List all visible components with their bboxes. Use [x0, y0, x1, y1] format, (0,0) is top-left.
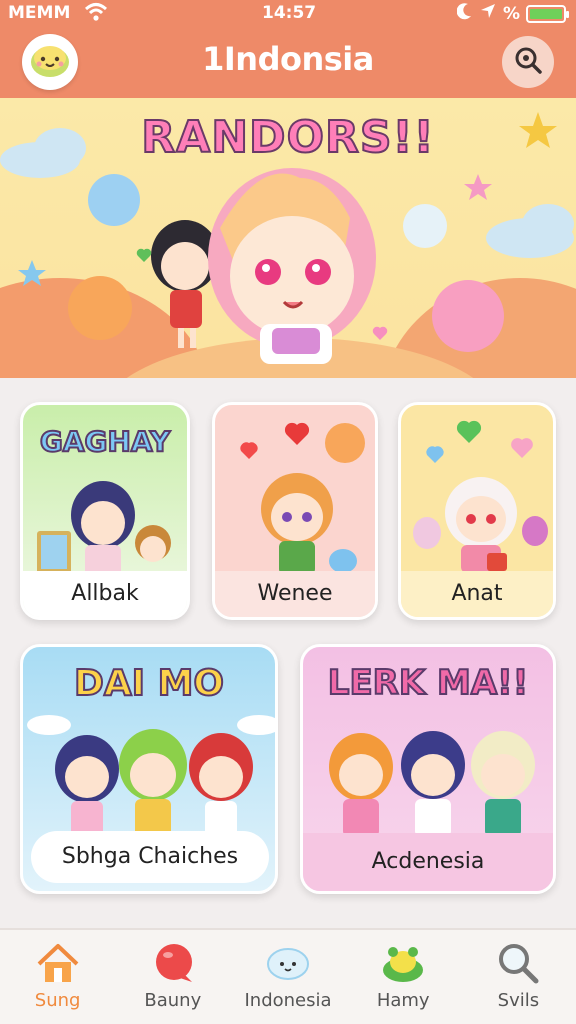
nav-label: Sung — [34, 990, 81, 1011]
search-icon — [499, 944, 539, 984]
nav-label: Indonesia — [244, 990, 332, 1011]
moon-icon — [456, 2, 473, 25]
status-bar: MEMM 14:57 % — [0, 0, 576, 26]
battery-icon — [526, 4, 569, 23]
nav-item-svils[interactable]: Svils — [461, 930, 576, 1024]
frog-icon — [383, 947, 424, 982]
card-heading: LERK MA!! — [327, 662, 529, 704]
nav-item-sung[interactable]: Sung — [0, 930, 115, 1024]
category-card-sbhga-chaiches[interactable]: DAI MO Sbhga Chaiches — [20, 644, 278, 894]
card-illustration — [37, 481, 171, 579]
page-title: 1Indonsia — [202, 40, 374, 78]
wifi-icon — [84, 1, 108, 28]
nav-item-bauny[interactable]: Bauny — [115, 930, 230, 1024]
category-card-anat[interactable]: Anat — [398, 402, 556, 620]
card-label: Sbhga Chaiches — [31, 831, 269, 883]
cloud-face-icon — [267, 948, 309, 980]
nav-label: Hamy — [376, 990, 430, 1011]
card-illustration — [329, 731, 535, 837]
hero-banner[interactable]: RANDORS!! — [0, 98, 576, 378]
category-card-allbak[interactable]: GAGHAY Allbak — [20, 402, 190, 620]
card-heading: GAGHAY — [39, 424, 171, 459]
banner-title: RANDORS!! — [140, 111, 435, 164]
home-icon — [37, 944, 78, 982]
battery-percent: % — [502, 3, 520, 24]
category-card-wenee[interactable]: Wenee — [212, 402, 378, 620]
card-label: Wenee — [215, 571, 375, 617]
card-label: Anat — [401, 571, 553, 617]
nav-item-hamy[interactable]: Hamy — [346, 930, 461, 1024]
carrier-name: MEMM — [8, 3, 71, 23]
nav-item-indonesia[interactable]: Indonesia — [230, 930, 345, 1024]
nav-label: Bauny — [144, 990, 202, 1011]
card-illustration — [240, 422, 365, 575]
card-heading: DAI MO — [73, 662, 225, 705]
app-header: 1Indonsia — [0, 26, 576, 98]
clock: 14:57 — [262, 3, 317, 23]
header-search-button[interactable] — [502, 36, 554, 88]
bottom-nav: Sung Bauny Indonesia Hamy Svils — [0, 928, 576, 1024]
category-card-acdenesia[interactable]: LERK MA!! Acdenesia — [300, 644, 556, 894]
location-arrow-icon — [479, 2, 497, 25]
card-label: Acdenesia — [303, 833, 553, 891]
search-icon — [513, 45, 543, 80]
nav-label: Svils — [497, 990, 540, 1011]
chat-bubble-icon — [155, 944, 192, 982]
card-illustration — [413, 420, 548, 573]
card-label: Allbak — [23, 571, 187, 617]
